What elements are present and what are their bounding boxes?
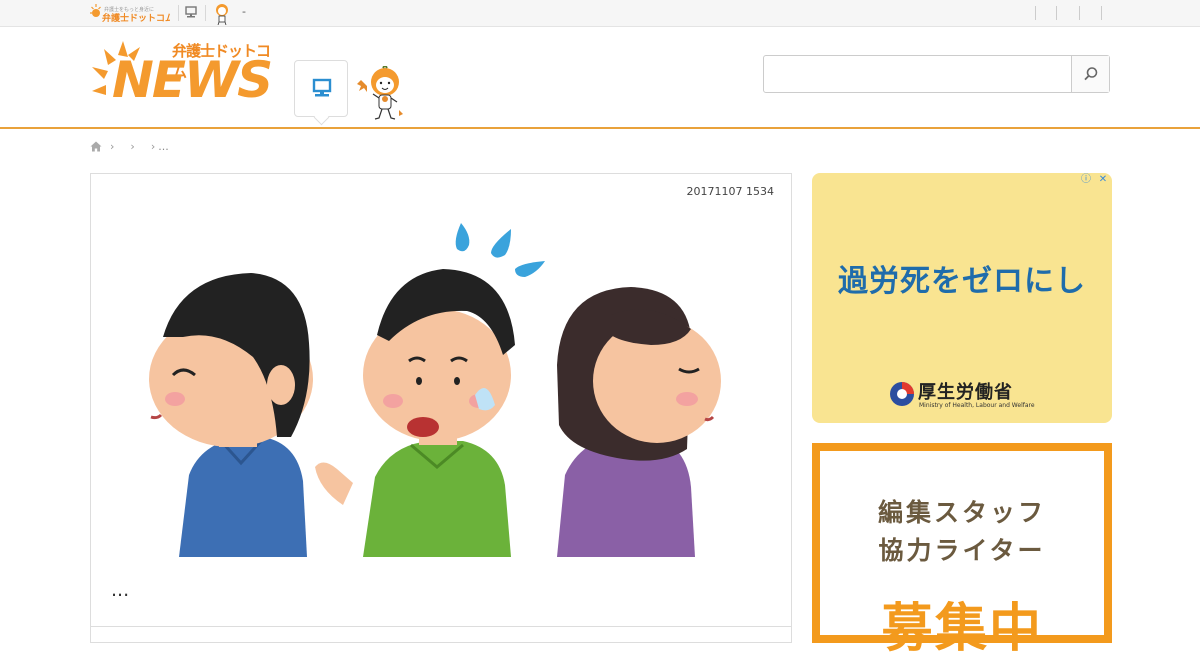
mhlw-logo: 厚生労働省 Ministry of Health, Labour and Wel… — [888, 378, 1038, 412]
article-title[interactable]: ... — [111, 579, 129, 601]
pc-view-button[interactable] — [294, 60, 348, 117]
search-input[interactable] — [764, 56, 1072, 92]
search-box — [763, 55, 1110, 93]
card-divider — [91, 626, 791, 627]
sweat-drop — [491, 229, 511, 258]
sweat-drop — [455, 223, 470, 252]
top-strip: 弁護士をもっと身近に 弁護士ドットコム - — [0, 0, 1200, 27]
search-icon — [1084, 67, 1098, 81]
mascot-icon[interactable] — [212, 3, 232, 25]
mhlw-emblem-icon — [890, 382, 914, 406]
site-header: 弁護士ドットコム NEWS — [0, 27, 1200, 129]
person-left — [149, 273, 313, 557]
bengo4-news-logo[interactable]: 弁護士ドットコム NEWS — [90, 39, 276, 117]
info-icon[interactable]: ⓘ — [1079, 173, 1093, 187]
divider — [178, 5, 179, 21]
mascot-icon[interactable] — [355, 66, 407, 122]
ad-banner-recruit[interactable]: 編集スタッフ 協力ライター 募集中 — [812, 443, 1112, 659]
article-hero-image — [91, 205, 791, 557]
ad-choices[interactable]: ⓘ ✕ — [1079, 173, 1110, 189]
svg-text:弁護士をもっと身近に: 弁護士をもっと身近に — [104, 6, 154, 13]
svg-text:弁護士ドットコム: 弁護士ドットコム — [102, 12, 170, 24]
divider — [1035, 6, 1036, 20]
person-center — [315, 269, 515, 557]
breadcrumb: › › › ... — [90, 139, 169, 153]
ad-banner-mhlw[interactable]: ⓘ ✕ 過労死をゼロにし 厚生労働省 Ministry of Health, L… — [812, 173, 1112, 423]
breadcrumb-separator: › — [150, 139, 156, 153]
pc-icon[interactable] — [184, 6, 198, 20]
bengo4-top-logo[interactable]: 弁護士をもっと身近に 弁護士ドットコム — [90, 3, 170, 24]
recruit-line-2: 協力ライター — [878, 536, 1046, 565]
divider — [1101, 6, 1102, 20]
divider — [205, 5, 206, 21]
top-dash: - — [242, 5, 246, 18]
ad-copy: 過労死をゼロにし — [838, 264, 1086, 299]
breadcrumb-separator: › — [130, 139, 135, 153]
mhlw-english-name: Ministry of Health, Labour and Welfare — [919, 402, 1035, 409]
person-right — [557, 287, 721, 557]
article-card[interactable]: 20171107 1534 ... — [90, 173, 792, 643]
mhlw-name: 厚生労働省 — [918, 382, 1013, 403]
breadcrumb-current: ... — [158, 139, 169, 153]
recruit-line-1: 編集スタッフ — [877, 498, 1046, 527]
home-icon[interactable] — [90, 141, 102, 152]
sweat-drop — [515, 261, 545, 277]
divider — [1079, 6, 1080, 20]
logo-news-text: NEWS — [112, 51, 273, 109]
pc-icon — [312, 78, 332, 97]
recruit-headline: 募集中 — [880, 599, 1043, 659]
breadcrumb-separator: › — [110, 139, 115, 153]
search-button[interactable] — [1071, 56, 1109, 92]
article-date: 20171107 1534 — [686, 185, 774, 198]
close-icon[interactable]: ✕ — [1096, 173, 1110, 187]
divider — [1056, 6, 1057, 20]
